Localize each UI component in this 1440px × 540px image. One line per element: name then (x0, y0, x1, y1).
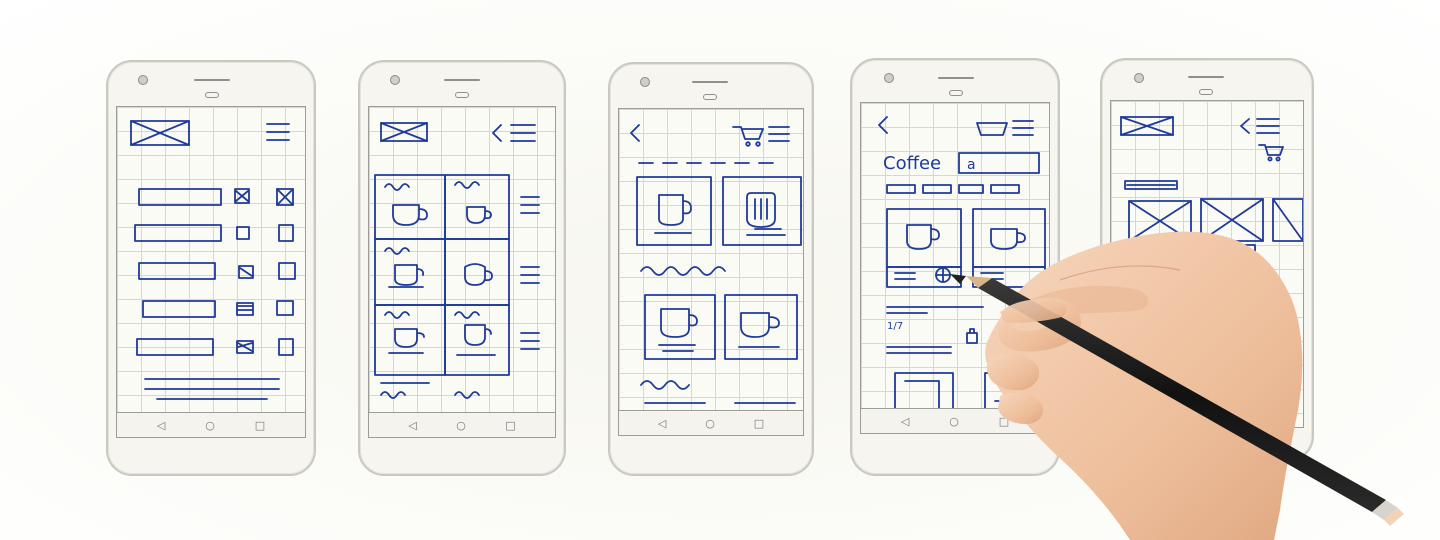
hand-with-pencil (950, 231, 1404, 540)
wireframe-sketch-scene: ◁ ○ □ ◁ ○ □ ◁ ○ □ Coffee a 1/7 ◁ ○ □ (0, 0, 1440, 540)
hand-icon (985, 231, 1303, 540)
